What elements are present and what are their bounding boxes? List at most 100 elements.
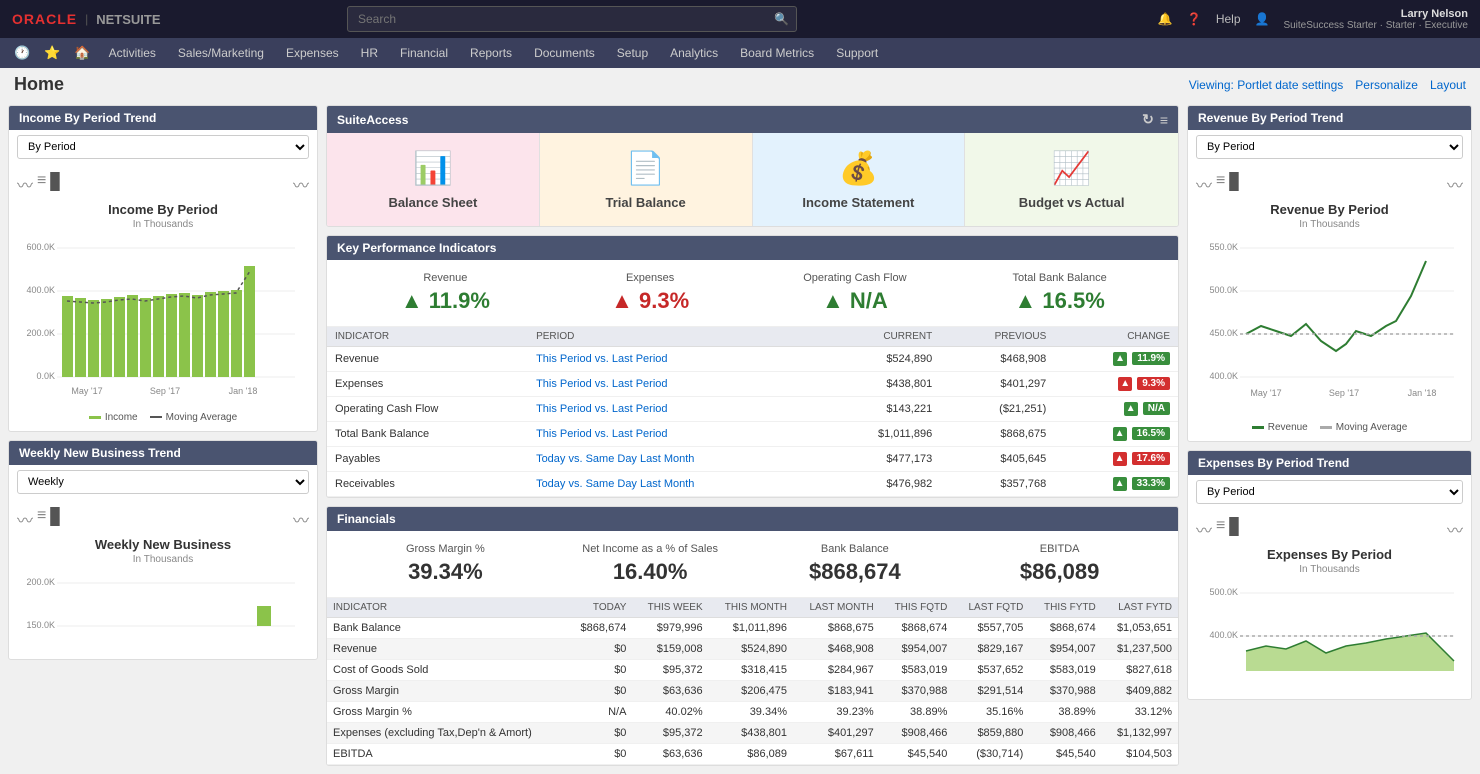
rev-chart-bar-icon[interactable]: ≡ [1216, 172, 1225, 196]
expenses-trend-header: Expenses By Period Trend [1188, 451, 1471, 475]
fin-this-week-cell: $63,636 [632, 681, 708, 702]
help-label[interactable]: Help [1216, 12, 1241, 26]
fin-gross-margin-value: 39.34% [343, 559, 548, 585]
svg-text:550.0K: 550.0K [1209, 242, 1238, 252]
nav-financial[interactable]: Financial [390, 42, 458, 64]
viewing-portlet-settings[interactable]: Viewing: Portlet date settings [1189, 78, 1344, 92]
nav-reports[interactable]: Reports [460, 42, 522, 64]
income-select-wrapper[interactable]: By Period [9, 130, 317, 164]
trial-balance-label: Trial Balance [606, 195, 686, 210]
weekly-chart-title: Weekly New Business [17, 537, 309, 552]
expenses-period-select[interactable]: By Period [1196, 480, 1463, 504]
notifications-icon[interactable]: 🔔 [1158, 12, 1173, 26]
revenue-select-wrapper[interactable]: By Period [1188, 130, 1471, 164]
income-period-select[interactable]: By Period [17, 135, 309, 159]
expenses-select-wrapper[interactable]: By Period [1188, 475, 1471, 509]
fin-last-month-cell: $868,675 [793, 618, 880, 639]
kpi-period-cell[interactable]: This Period vs. Last Period [528, 347, 822, 372]
rev-chart-col-icon[interactable]: ▊ [1229, 172, 1241, 196]
nav-support[interactable]: Support [826, 42, 888, 64]
kpi-ocf-arrow: ▲ [822, 288, 844, 313]
financials-header: Financials [327, 507, 1178, 531]
fin-net-income: Net Income as a % of Sales 16.40% [548, 543, 753, 585]
chart-type-line-icon[interactable]: 〰 [17, 172, 33, 196]
search-input[interactable] [347, 6, 797, 32]
nav-sales-marketing[interactable]: Sales/Marketing [168, 42, 274, 64]
suite-tile-trial-balance[interactable]: 📄 Trial Balance [540, 133, 753, 226]
kpi-period-cell[interactable]: This Period vs. Last Period [528, 422, 822, 447]
rev-chart-line-icon[interactable]: 〰 [1196, 172, 1212, 196]
layout-button[interactable]: Layout [1430, 78, 1466, 92]
exp-chart-bar-icon[interactable]: ≡ [1216, 517, 1225, 541]
kpi-previous-cell: $868,675 [940, 422, 1054, 447]
chart-expand-icon[interactable]: 〰 [293, 172, 309, 196]
fin-col-this-month: This Month [709, 598, 793, 618]
kpi-period-cell[interactable]: This Period vs. Last Period [528, 397, 822, 422]
kpi-period-cell[interactable]: Today vs. Same Day Last Month [528, 472, 822, 497]
nav-hr[interactable]: HR [351, 42, 388, 64]
weekly-chart-expand-icon[interactable]: 〰 [293, 507, 309, 531]
svg-text:200.0K: 200.0K [26, 577, 55, 587]
fin-last-month-cell: $468,908 [793, 639, 880, 660]
weekly-chart-bar-icon[interactable]: ≡ [37, 507, 46, 531]
nav-star-icon[interactable]: ⭐ [38, 41, 66, 65]
fin-last-month-cell: $183,941 [793, 681, 880, 702]
fin-this-week-cell: $159,008 [632, 639, 708, 660]
suite-tile-budget-actual[interactable]: 📈 Budget vs Actual [965, 133, 1178, 226]
kpi-expenses-label: Expenses [548, 272, 753, 284]
weekly-chart-line-icon[interactable]: 〰 [17, 507, 33, 531]
svg-text:500.0K: 500.0K [1209, 587, 1238, 597]
suite-access-card: SuiteAccess ↻ ≡ 📊 Balance Sheet 📄 Trial … [326, 105, 1179, 227]
kpi-revenue-arrow: ▲ [401, 288, 423, 313]
nav-board-metrics[interactable]: Board Metrics [730, 42, 824, 64]
income-chart-title: Income By Period [17, 202, 309, 217]
revenue-chart-container: 〰 ≡ ▊ 〰 Revenue By Period In Thousands 5… [1188, 164, 1471, 441]
suite-tile-income-statement[interactable]: 💰 Income Statement [753, 133, 966, 226]
fin-col-indicator: Indicator [327, 598, 567, 618]
svg-text:500.0K: 500.0K [1209, 285, 1238, 295]
nav-documents[interactable]: Documents [524, 42, 605, 64]
revenue-period-select[interactable]: By Period [1196, 135, 1463, 159]
fin-this-month-cell: $1,011,896 [709, 618, 793, 639]
exp-chart-col-icon[interactable]: ▊ [1229, 517, 1241, 541]
change-badge: 16.5% [1132, 427, 1170, 440]
weekly-select-wrapper[interactable]: Weekly [9, 465, 317, 499]
expenses-area-chart: 500.0K 400.0K [1196, 581, 1456, 691]
suite-menu-icon[interactable]: ≡ [1160, 112, 1168, 128]
help-icon[interactable]: ❓ [1187, 12, 1202, 26]
nav-bar: 🕐 ⭐ 🏠 Activities Sales/Marketing Expense… [0, 38, 1480, 68]
kpi-col-period: Period [528, 327, 822, 347]
expenses-trend-card: Expenses By Period Trend By Period 〰 ≡ ▊… [1187, 450, 1472, 700]
chart-type-column-icon[interactable]: ▊ [50, 172, 62, 196]
kpi-period-cell[interactable]: This Period vs. Last Period [528, 372, 822, 397]
main-content: Income By Period Trend By Period 〰 ≡ ▊ 〰 [0, 101, 1480, 774]
personalize-button[interactable]: Personalize [1355, 78, 1418, 92]
change-badge: 9.3% [1137, 377, 1170, 390]
fin-this-week-cell: $63,636 [632, 744, 708, 765]
financials-card: Financials Gross Margin % 39.34% Net Inc… [326, 506, 1179, 766]
kpi-table: Indicator Period Current Previous Change… [327, 327, 1178, 497]
suite-refresh-icon[interactable]: ↻ [1142, 111, 1154, 128]
weekly-period-select[interactable]: Weekly [17, 470, 309, 494]
nav-activities[interactable]: Activities [99, 42, 166, 64]
financials-table-row: Bank Balance $868,674 $979,996 $1,011,89… [327, 618, 1178, 639]
nav-analytics[interactable]: Analytics [660, 42, 728, 64]
rev-chart-expand-icon[interactable]: 〰 [1447, 172, 1463, 196]
chart-type-bar-icon[interactable]: ≡ [37, 172, 46, 196]
fin-today-cell: $868,674 [567, 618, 633, 639]
exp-chart-line-icon[interactable]: 〰 [1196, 517, 1212, 541]
svg-text:200.0K: 200.0K [26, 328, 55, 338]
exp-chart-expand-icon[interactable]: 〰 [1447, 517, 1463, 541]
suite-tile-balance-sheet[interactable]: 📊 Balance Sheet [327, 133, 540, 226]
search-box[interactable]: 🔍 [347, 6, 797, 32]
fin-this-fqtd-cell: $45,540 [880, 744, 954, 765]
svg-text:400.0K: 400.0K [1209, 371, 1238, 381]
kpi-title: Key Performance Indicators [337, 241, 496, 255]
nav-expenses[interactable]: Expenses [276, 42, 349, 64]
nav-clock-icon[interactable]: 🕐 [8, 41, 36, 65]
weekly-chart-column-icon[interactable]: ▊ [50, 507, 62, 531]
nav-setup[interactable]: Setup [607, 42, 658, 64]
nav-home-icon[interactable]: 🏠 [68, 41, 96, 65]
kpi-period-cell[interactable]: Today vs. Same Day Last Month [528, 447, 822, 472]
balance-sheet-icon: 📊 [413, 149, 453, 187]
